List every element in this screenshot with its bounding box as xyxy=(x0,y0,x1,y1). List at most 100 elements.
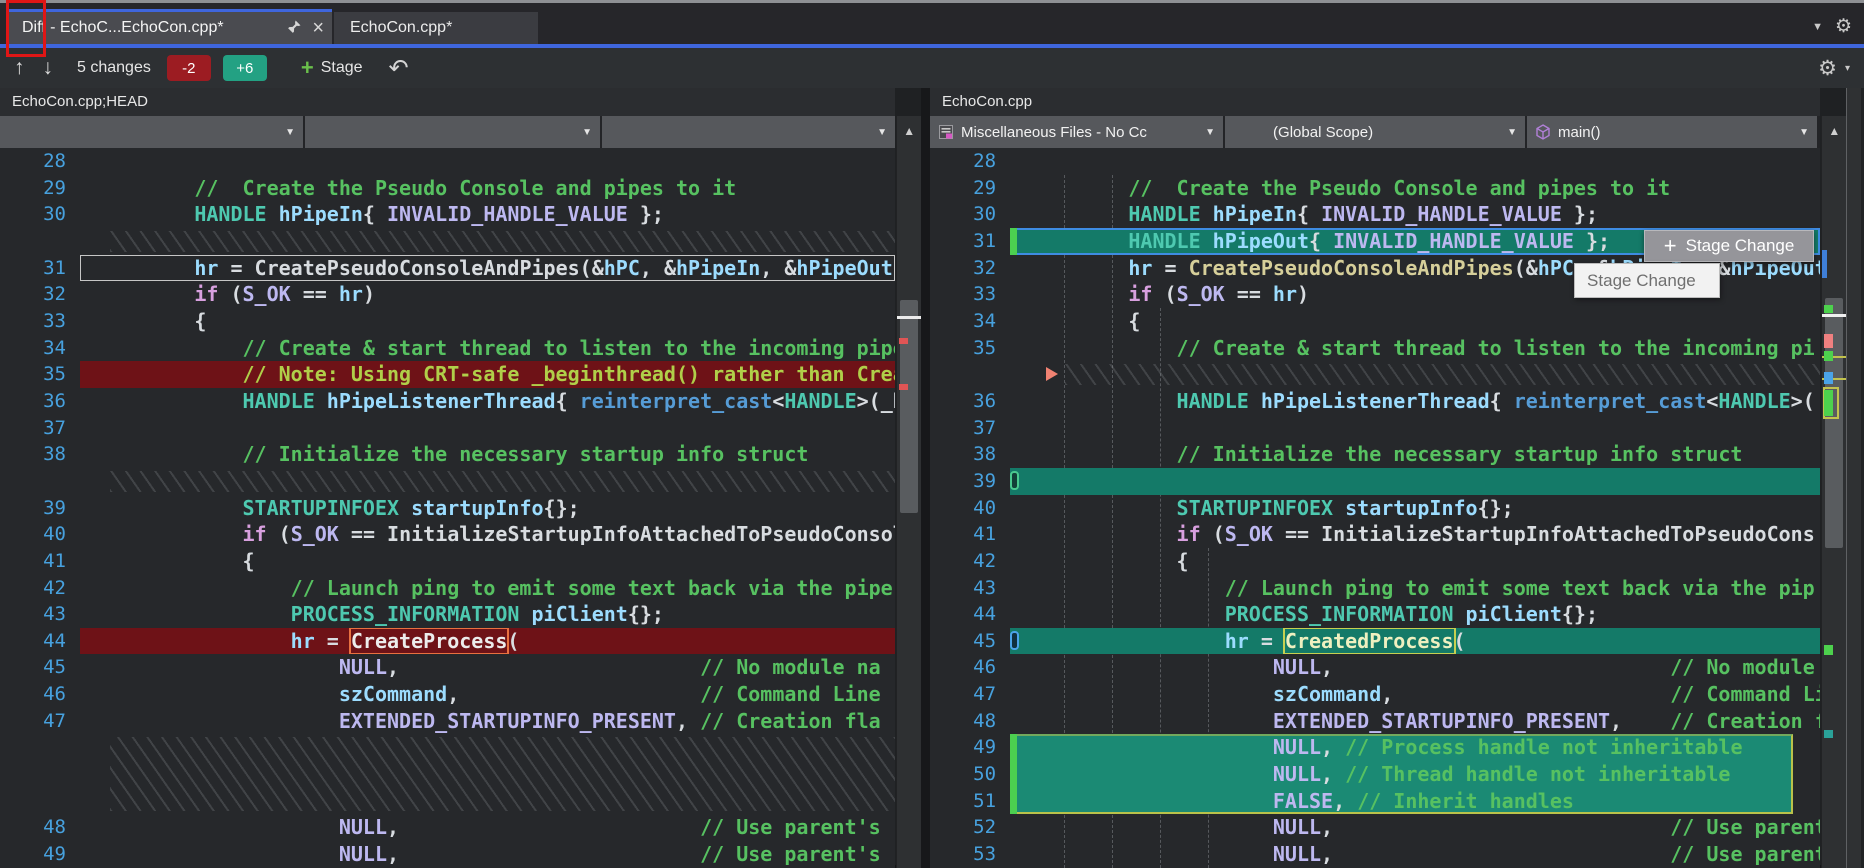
line-number xyxy=(0,228,80,255)
code-line[interactable]: 35 // Note: Using CRT-safe _beginthread(… xyxy=(0,361,895,388)
code-line[interactable]: 49 NULL, // Process handle not inheritab… xyxy=(930,734,1820,761)
code-line[interactable]: 45 NULL, // No module na xyxy=(0,654,895,681)
code-line[interactable]: 39 STARTUPINFOEX startupInfo{}; xyxy=(0,495,895,522)
line-number: 47 xyxy=(930,681,1010,708)
line-number: 53 xyxy=(930,841,1010,868)
left-code-editor[interactable]: 2829 // Create the Pseudo Console and pi… xyxy=(0,148,895,868)
code-line[interactable]: 48 EXTENDED_STARTUPINFO_PRESENT, // Crea… xyxy=(930,708,1820,735)
stage-change-button[interactable]: + Stage Change xyxy=(1644,230,1814,262)
code-line[interactable]: 42 { xyxy=(930,548,1820,575)
code-line[interactable]: 30 HANDLE hPipeIn{ INVALID_HANDLE_VALUE … xyxy=(930,201,1820,228)
code-line[interactable]: 35 // Create & start thread to listen to… xyxy=(930,335,1820,362)
right-member-dropdown[interactable]: main()▼ xyxy=(1527,116,1817,148)
line-number xyxy=(930,361,1010,388)
code-line[interactable]: 32 if (S_OK == hr) xyxy=(0,281,895,308)
code-line[interactable]: 53 NULL, // Use parent xyxy=(930,841,1820,868)
pin-icon[interactable] xyxy=(287,19,302,37)
scroll-up-icon[interactable]: ▲ xyxy=(897,116,921,148)
line-number: 47 xyxy=(0,708,80,735)
stage-button[interactable]: + Stage xyxy=(301,55,363,81)
viewport-indicator xyxy=(1822,250,1827,278)
code-line[interactable]: 42 // Launch ping to emit some text back… xyxy=(0,575,895,602)
line-number: 30 xyxy=(930,201,1010,228)
vs-diff-window: Diff - EchoC...EchoCon.cpp* × EchoCon.cp… xyxy=(0,0,1864,865)
right-code-editor[interactable]: 2829 // Create the Pseudo Console and pi… xyxy=(930,148,1820,868)
left-member-dropdown[interactable]: ▼ xyxy=(602,116,895,148)
code-line[interactable]: 47 szCommand, // Command Li xyxy=(930,681,1820,708)
line-number: 40 xyxy=(0,521,80,548)
scrollbar-track[interactable] xyxy=(1822,148,1846,868)
code-line[interactable]: 40 STARTUPINFOEX startupInfo{}; xyxy=(930,495,1820,522)
diff-toolbar: ↑ ↓ 5 changes -2 +6 + Stage ↶ ⚙ ▾ xyxy=(0,48,1864,88)
code-line[interactable]: 34 { xyxy=(930,308,1820,335)
settings-gear-icon[interactable]: ⚙ xyxy=(1818,56,1837,81)
code-line[interactable]: 52 NULL, // Use parent xyxy=(930,814,1820,841)
right-scroll-map[interactable]: ▲ xyxy=(1821,116,1846,868)
code-line[interactable]: 33 { xyxy=(0,308,895,335)
code-line[interactable]: 38 // Initialize the necessary startup i… xyxy=(930,441,1820,468)
diff-spacer-row[interactable] xyxy=(0,228,895,255)
code-line[interactable]: 47 EXTENDED_STARTUPINFO_PRESENT, // Crea… xyxy=(0,708,895,735)
code-line[interactable]: 39 xyxy=(930,468,1820,495)
close-icon[interactable]: × xyxy=(312,18,324,38)
code-line[interactable]: 41 { xyxy=(0,548,895,575)
plus-icon: + xyxy=(301,55,314,81)
settings-chevron-icon[interactable]: ▾ xyxy=(1845,63,1850,74)
line-number: 49 xyxy=(930,734,1010,761)
line-number: 32 xyxy=(930,255,1010,282)
scrollbar-track[interactable] xyxy=(897,148,921,868)
left-project-dropdown[interactable]: ▼ xyxy=(0,116,303,148)
code-line[interactable]: 36 HANDLE hPipeListenerThread{ reinterpr… xyxy=(930,388,1820,415)
code-line[interactable]: 48 NULL, // Use parent's xyxy=(0,814,895,841)
diff-spacer-row[interactable] xyxy=(930,361,1820,388)
right-project-dropdown[interactable]: Miscellaneous Files - No Cc▼ xyxy=(930,116,1223,148)
code-line[interactable]: 40 if (S_OK == InitializeStartupInfoAtta… xyxy=(0,521,895,548)
code-line[interactable]: 36 HANDLE hPipeListenerThread{ reinterpr… xyxy=(0,388,895,415)
line-number: 38 xyxy=(0,441,80,468)
gutter-marker-br-green-icon xyxy=(1010,471,1019,490)
tab-echocon[interactable]: EchoCon.cpp* xyxy=(334,12,538,44)
tab-list-chevron-icon[interactable]: ▼ xyxy=(1812,21,1823,33)
code-line[interactable]: 30 HANDLE hPipeIn{ INVALID_HANDLE_VALUE … xyxy=(0,201,895,228)
code-line[interactable]: 38 // Initialize the necessary startup i… xyxy=(0,441,895,468)
change-map-tick xyxy=(1824,730,1833,738)
previous-change-button[interactable]: ↑ xyxy=(14,56,25,80)
code-line[interactable]: 43 // Launch ping to emit some text back… xyxy=(930,575,1820,602)
code-line[interactable]: 29 // Create the Pseudo Console and pipe… xyxy=(930,175,1820,202)
code-line[interactable]: 28 xyxy=(0,148,895,175)
code-line[interactable]: 43 PROCESS_INFORMATION piClient{}; xyxy=(0,601,895,628)
chevron-down-icon: ▼ xyxy=(1205,127,1215,138)
tab-diff-echocon[interactable]: Diff - EchoC...EchoCon.cpp* × xyxy=(8,9,332,44)
left-scope-dropdown[interactable]: ▼ xyxy=(305,116,600,148)
scroll-up-icon[interactable]: ▲ xyxy=(1822,116,1846,148)
code-line[interactable]: 28 xyxy=(930,148,1820,175)
left-scroll-map[interactable]: ▲ xyxy=(896,116,921,868)
gutter-marker-br-blue-icon xyxy=(1010,631,1019,650)
right-scope-dropdown[interactable]: (Global Scope)▼ xyxy=(1225,116,1525,148)
added-count-badge: +6 xyxy=(223,55,267,81)
code-line[interactable]: 46 NULL, // No module xyxy=(930,654,1820,681)
code-line[interactable]: 31 hr = CreatePseudoConsoleAndPipes(&hPC… xyxy=(0,255,895,282)
code-line[interactable]: 41 if (S_OK == InitializeStartupInfoAtta… xyxy=(930,521,1820,548)
line-number: 50 xyxy=(930,761,1010,788)
code-line[interactable]: 37 xyxy=(930,415,1820,442)
code-line[interactable]: 45 hr = CreatedProcess( xyxy=(930,628,1820,655)
next-change-button[interactable]: ↓ xyxy=(43,56,54,80)
line-number: 34 xyxy=(930,308,1010,335)
code-line[interactable]: 49 NULL, // Use parent's xyxy=(0,841,895,868)
change-map-tick xyxy=(897,316,921,319)
code-line[interactable]: 50 NULL, // Thread handle not inheritabl… xyxy=(930,761,1820,788)
code-line[interactable]: 29 // Create the Pseudo Console and pipe… xyxy=(0,175,895,202)
code-line[interactable]: 51 FALSE, // Inherit handles xyxy=(930,788,1820,815)
code-line[interactable]: 37 xyxy=(0,415,895,442)
scrollbar-thumb[interactable] xyxy=(900,300,918,513)
code-line[interactable]: 46 szCommand, // Command Line xyxy=(0,681,895,708)
diff-spacer-row[interactable] xyxy=(0,734,895,814)
undo-button[interactable]: ↶ xyxy=(389,54,409,83)
code-line[interactable]: 34 // Create & start thread to listen to… xyxy=(0,335,895,362)
code-line[interactable]: 44 hr = CreateProcess( xyxy=(0,628,895,655)
code-line[interactable]: 44 PROCESS_INFORMATION piClient{}; xyxy=(930,601,1820,628)
window-gear-icon[interactable]: ⚙ xyxy=(1835,15,1852,38)
diff-spacer-row[interactable] xyxy=(0,468,895,495)
misc-files-icon xyxy=(938,124,954,140)
